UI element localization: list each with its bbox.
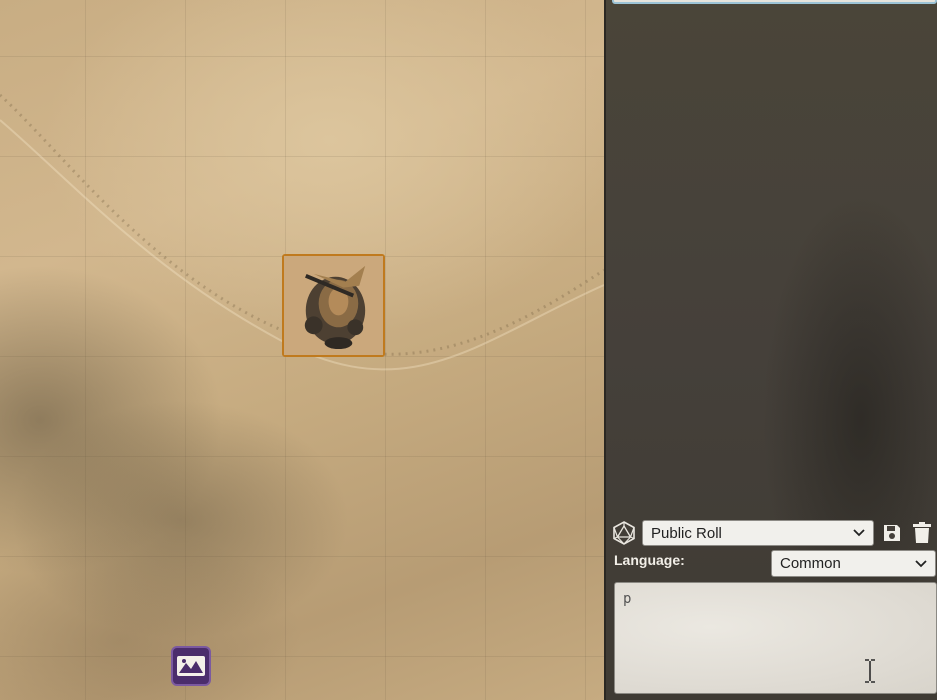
chevron-down-icon xyxy=(915,559,927,567)
sidebar-panel: Public Roll Language: Common p xyxy=(604,0,937,700)
save-icon xyxy=(884,525,900,541)
map-tool-icon xyxy=(177,656,205,676)
armored-adventurer-icon xyxy=(284,256,383,355)
character-token[interactable] xyxy=(282,254,385,357)
language-row: Language: Common xyxy=(614,550,937,578)
game-canvas[interactable] xyxy=(0,0,604,700)
clear-chat-button[interactable] xyxy=(910,520,934,546)
roll-mode-select[interactable]: Public Roll xyxy=(642,520,874,546)
language-value: Common xyxy=(780,555,841,572)
chat-message-input[interactable]: p xyxy=(614,582,937,694)
map-tool-button[interactable] xyxy=(171,646,211,686)
trash-icon xyxy=(913,522,931,543)
sidebar-search-field[interactable] xyxy=(612,0,937,4)
i-beam-cursor-icon xyxy=(865,659,875,683)
save-roll-button[interactable] xyxy=(880,520,904,546)
roll-mode-row: Public Roll xyxy=(612,519,935,547)
language-label: Language: xyxy=(614,552,685,568)
chat-input-text: p xyxy=(623,591,632,607)
chevron-down-icon xyxy=(853,529,865,537)
d20-icon[interactable] xyxy=(612,521,636,545)
roll-mode-value: Public Roll xyxy=(651,524,722,542)
language-select[interactable]: Common xyxy=(771,550,936,577)
